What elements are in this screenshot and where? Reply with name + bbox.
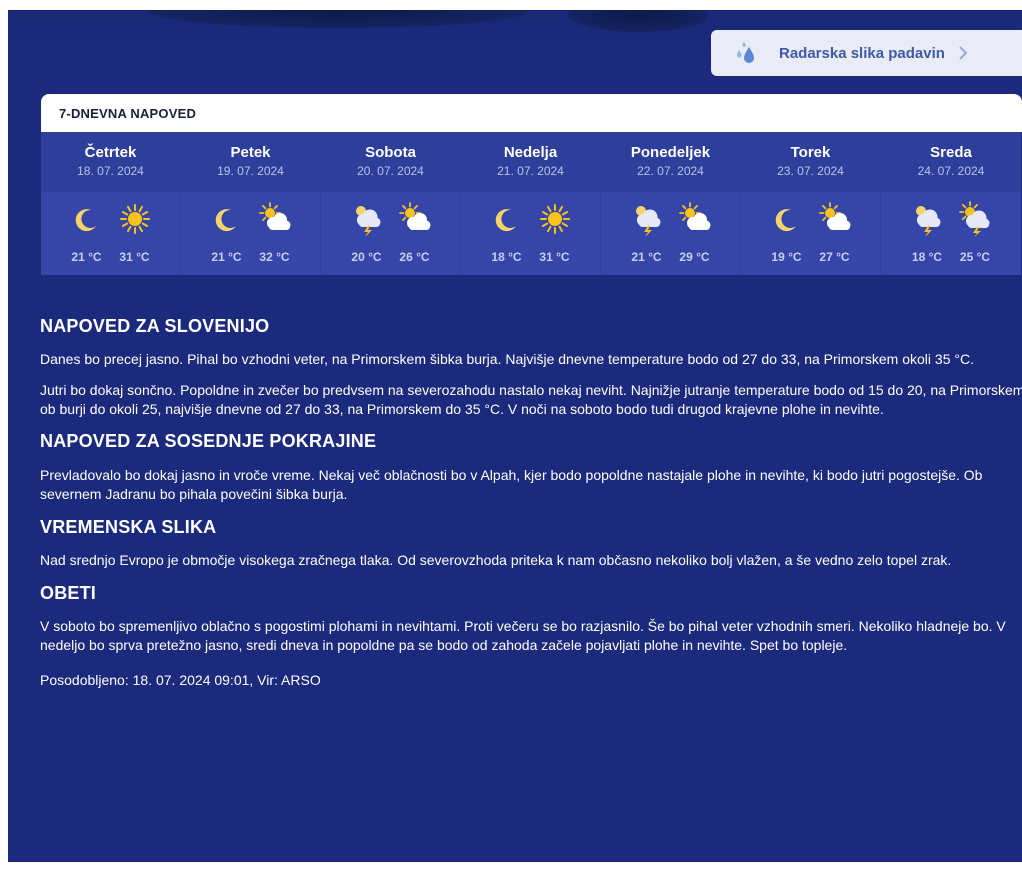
storm-icon <box>916 206 941 237</box>
max-temperature: 25 °C <box>959 250 991 264</box>
day-conditions: 20 °C 26 °C <box>321 192 460 275</box>
forecast-text: NAPOVED ZA SLOVENIJO Danes bo precej jas… <box>40 312 1022 690</box>
map-land-shape <box>148 10 528 28</box>
max-temperature: 29 °C <box>679 250 710 264</box>
sun-storm-icon <box>959 201 990 237</box>
day-header: Sobota 20. 07. 2024 <box>321 132 460 192</box>
chevron-right-icon <box>959 46 968 60</box>
forecast-day[interactable]: Ponedeljek 22. 07. 2024 21 °C 29 °C <box>601 132 741 275</box>
day-name: Petek <box>230 144 271 161</box>
day-conditions: 18 °C 25 °C <box>881 192 1021 275</box>
weather-page: Radarska slika padavin 7-DNEVNA NAPOVED … <box>8 10 1022 862</box>
forecast-day[interactable]: Nedelja 21. 07. 2024 18 °C 31 °C <box>461 132 601 275</box>
day-conditions: 18 °C 31 °C <box>461 192 600 275</box>
forecast-day[interactable]: Četrtek 18. 07. 2024 21 °C 31 °C <box>41 132 181 275</box>
section-title-outlook: OBETI <box>40 583 97 603</box>
sun-icon <box>539 204 570 234</box>
day-name: Nedelja <box>503 144 558 161</box>
forecast-day[interactable]: Torek 23. 07. 2024 19 °C 27 °C <box>741 132 881 275</box>
day-name: Sobota <box>365 144 416 161</box>
seven-day-forecast: 7-DNEVNA NAPOVED Četrtek 18. 07. 2024 21 °… <box>41 94 1022 275</box>
day-date: 22. 07. 2024 <box>637 164 704 178</box>
min-temperature: 21 °C <box>211 250 242 264</box>
moon-icon <box>775 209 796 232</box>
sun-cloud-icon <box>678 202 710 230</box>
day-name: Sreda <box>930 144 972 161</box>
day-name: Torek <box>790 144 831 161</box>
storm-icon <box>355 206 380 237</box>
day-date: 24. 07. 2024 <box>917 164 985 178</box>
forecast-day[interactable]: Sreda 24. 07. 2024 18 °C 25 °C <box>881 132 1021 275</box>
radar-link-label: Radarska slika padavin <box>779 44 945 62</box>
forecast-header: 7-DNEVNA NAPOVED <box>41 94 1022 132</box>
section-text-neighbours: Prevladovalo bo dokaj jasno in vroče vre… <box>40 467 983 502</box>
day-date: 19. 07. 2024 <box>217 164 284 178</box>
sun-icon <box>119 204 150 234</box>
day-date: 20. 07. 2024 <box>357 164 424 178</box>
storm-icon <box>635 206 660 237</box>
day-date: 21. 07. 2024 <box>497 164 564 178</box>
day-date: 18. 07. 2024 <box>77 164 144 178</box>
day-header: Četrtek 18. 07. 2024 <box>41 132 180 192</box>
day-conditions: 19 °C 27 °C <box>741 192 880 275</box>
max-temperature: 27 °C <box>819 250 850 264</box>
day-header: Nedelja 21. 07. 2024 <box>461 132 600 192</box>
raindrops-icon <box>737 42 754 63</box>
forecast-day[interactable]: Sobota 20. 07. 2024 20 °C 26 °C <box>321 132 461 275</box>
max-temperature: 26 °C <box>399 250 430 264</box>
day-header: Ponedeljek 22. 07. 2024 <box>601 132 740 192</box>
day-date: 23. 07. 2024 <box>777 164 844 178</box>
min-temperature: 18 °C <box>911 250 943 264</box>
section-text-slovenia-2: Jutri bo dokaj sončno. Popoldne in zveče… <box>40 382 1022 417</box>
moon-icon <box>495 209 516 232</box>
sun-cloud-icon <box>818 202 850 230</box>
section-title-slovenia: NAPOVED ZA SLOVENIJO <box>40 316 270 336</box>
day-header: Sreda 24. 07. 2024 <box>881 132 1021 192</box>
updated-source: Posodobljeno: 18. 07. 2024 09:01, Vir: A… <box>40 672 321 688</box>
day-conditions: 21 °C 32 °C <box>181 192 320 275</box>
section-title-picture: VREMENSKA SLIKA <box>40 517 217 537</box>
moon-icon <box>215 209 236 232</box>
forecast-day[interactable]: Petek 19. 07. 2024 21 °C 32 °C <box>181 132 321 275</box>
forecast-title: 7-DNEVNA NAPOVED <box>59 105 197 121</box>
day-name: Ponedeljek <box>630 144 711 161</box>
day-header: Petek 19. 07. 2024 <box>181 132 320 192</box>
max-temperature: 31 °C <box>119 250 150 264</box>
min-temperature: 21 °C <box>71 250 102 264</box>
day-conditions: 21 °C 31 °C <box>41 192 180 275</box>
section-title-neighbours: NAPOVED ZA SOSEDNJE POKRAJINE <box>40 431 377 451</box>
map-land-shape <box>568 10 708 32</box>
sun-cloud-icon <box>398 202 430 230</box>
section-text-outlook: V soboto bo spremenljivo oblačno s pogos… <box>40 618 1006 653</box>
day-header: Torek 23. 07. 2024 <box>741 132 880 192</box>
day-name: Četrtek <box>84 144 137 161</box>
section-text-picture: Nad srednjo Evropo je območje visokega z… <box>40 552 952 568</box>
radar-link-button[interactable]: Radarska slika padavin <box>711 30 1022 76</box>
sun-cloud-icon <box>258 202 290 230</box>
forecast-days: Četrtek 18. 07. 2024 21 °C 31 °C Petek 19. 07… <box>41 132 1022 275</box>
moon-icon <box>75 209 96 232</box>
min-temperature: 19 °C <box>771 250 802 264</box>
day-conditions: 21 °C 29 °C <box>601 192 740 275</box>
max-temperature: 31 °C <box>539 250 570 264</box>
section-text-slovenia-1: Danes bo precej jasno. Pihal bo vzhodni … <box>40 351 974 367</box>
min-temperature: 18 °C <box>491 250 522 264</box>
min-temperature: 21 °C <box>631 250 662 264</box>
min-temperature: 20 °C <box>351 250 382 264</box>
max-temperature: 32 °C <box>259 250 290 264</box>
